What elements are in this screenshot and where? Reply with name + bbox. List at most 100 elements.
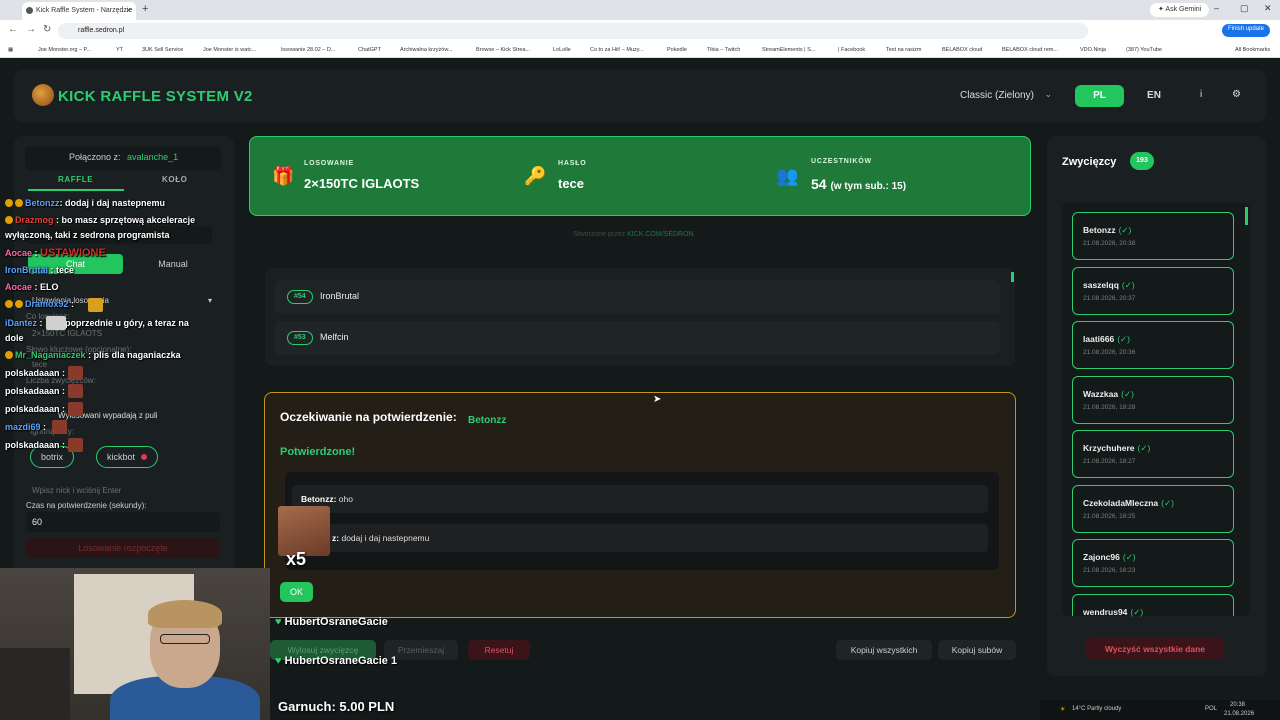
- message-text: oho: [338, 494, 353, 504]
- all-bookmarks[interactable]: All Bookmarks: [1235, 47, 1270, 53]
- bookmark-item[interactable]: ChatGPT: [358, 47, 381, 53]
- raffle-name-input[interactable]: 2×150TC IGLAOTS: [32, 329, 102, 338]
- bookmark-item[interactable]: 3UK Sell Service: [142, 47, 183, 53]
- entries-scrollbar[interactable]: [1011, 272, 1014, 282]
- winner-card: CzekoladaMleczna (✓) 21.08.2026, 18:25: [1072, 485, 1234, 533]
- address-bar[interactable]: raffle.sedron.pl: [58, 23, 1088, 39]
- nick-input[interactable]: Wpisz nick i wciśnij Enter: [32, 486, 121, 495]
- browser-tab[interactable]: Kick Raffle System - Narzędzie ×: [22, 2, 136, 20]
- bookmark-item[interactable]: YT: [116, 47, 123, 53]
- active-tab-indicator: [28, 189, 124, 191]
- overlay-chat-line: polskadaaan :: [5, 368, 65, 378]
- gift-icon: 🎁: [272, 166, 295, 186]
- new-tab-button[interactable]: +: [142, 3, 148, 15]
- close-window-icon[interactable]: ✕: [1264, 3, 1272, 14]
- winner-message: Betonzz: oho: [292, 485, 988, 513]
- ok-button[interactable]: OK: [280, 582, 313, 602]
- ask-gemini-button[interactable]: ✦ Ask Gemini: [1150, 3, 1210, 17]
- theme-select-value: Classic (Zielony): [960, 90, 1034, 101]
- winner-name: Wazzkaa (✓): [1083, 389, 1134, 400]
- bookmark-item[interactable]: BELABOX cloud: [942, 47, 982, 53]
- chat-username: Betonzz: [25, 198, 60, 208]
- tab-raffle[interactable]: RAFFLE: [58, 175, 93, 184]
- info-icon[interactable]: i: [1200, 89, 1202, 100]
- mode-manual-button[interactable]: Manual: [128, 254, 218, 274]
- chat-separator: :: [88, 350, 92, 360]
- app-title: KICK RAFFLE SYSTEM V2: [58, 88, 253, 105]
- collapse-icon[interactable]: ▾: [208, 296, 212, 305]
- entry-row: #54 IronBrutal: [275, 280, 1000, 314]
- emote-icon: [68, 366, 83, 380]
- chat-text: wyłączoną, taki z sedrona programista: [5, 230, 170, 240]
- streamer-hair: [148, 600, 222, 628]
- bookmark-item[interactable]: Archiwalna krzyżów...: [400, 47, 453, 53]
- chat-separator: :: [62, 368, 66, 378]
- forward-icon[interactable]: →: [26, 24, 36, 35]
- chat-text: ELO: [40, 282, 59, 292]
- participants-label: UCZESTNIKÓW: [811, 158, 872, 165]
- reset-button[interactable]: Resetuj: [468, 640, 530, 660]
- bot-chip-kickbot[interactable]: kickbot: [96, 446, 159, 468]
- remove-dot-icon[interactable]: [141, 454, 148, 460]
- minimize-icon[interactable]: –: [1214, 3, 1219, 13]
- bookmark-item[interactable]: losowanie 28.02 – D...: [281, 47, 335, 53]
- system-tray: ☀ 14°C Partly cloudy POL 20:38 21.08.202…: [1040, 700, 1280, 720]
- chat-separator: :: [59, 198, 63, 208]
- password-label: HASŁO: [558, 160, 587, 167]
- overlay-chat-line: mazdi69 :: [5, 422, 46, 432]
- clear-all-data-button[interactable]: Wyczyść wszystkie dane: [1086, 638, 1224, 660]
- bookmark-item[interactable]: | Facebook: [838, 47, 865, 53]
- winner-date: 21.08.2026, 18:25: [1083, 513, 1136, 520]
- check-icon: (✓): [1161, 498, 1174, 508]
- participants-sub: (w tym sub.: 15): [830, 181, 907, 192]
- reload-icon[interactable]: ↻: [43, 24, 51, 35]
- back-icon[interactable]: ←: [8, 24, 18, 35]
- check-icon: (✓): [1117, 334, 1130, 344]
- bookmark-item[interactable]: Pokedle: [667, 47, 687, 53]
- bookmark-item[interactable]: Browse – Kick Strea...: [476, 47, 530, 53]
- overlay-chat-line: dole: [5, 333, 24, 343]
- chat-username: polskadaaan: [5, 368, 60, 378]
- red-banner-text: USTAWIONE: [40, 247, 106, 259]
- created-by-link[interactable]: KICK.COM/SEDRON: [627, 231, 694, 238]
- input-language[interactable]: POL: [1205, 706, 1217, 712]
- sub-badge-icon: [5, 300, 13, 308]
- overlay-chat-line: Aocae : USTAWIONE: [5, 247, 106, 259]
- winner-name: CzekoladaMleczna (✓): [1083, 498, 1174, 509]
- bookmark-item[interactable]: Co to za Hit! – Muzy...: [590, 47, 644, 53]
- tab-wheel[interactable]: KOŁO: [162, 175, 188, 184]
- bookmark-item[interactable]: (387) YouTube: [1126, 47, 1162, 53]
- bookmark-item[interactable]: Joe Monster is watc...: [203, 47, 256, 53]
- mouse-cursor-icon: ➤: [653, 394, 662, 405]
- winners-scrollbar[interactable]: [1245, 207, 1248, 225]
- start-raffle-button[interactable]: Losowanie rozpoczęte: [26, 538, 220, 558]
- bookmark-item[interactable]: StreamElements | S...: [762, 47, 815, 53]
- finish-update-button[interactable]: Finish update: [1222, 24, 1271, 37]
- timeout-input[interactable]: 60: [26, 512, 220, 532]
- lang-pl-button[interactable]: PL: [1075, 85, 1124, 107]
- bookmark-item[interactable]: VDO.Ninja: [1080, 47, 1106, 53]
- bookmark-item[interactable]: Tibia – Twitch: [707, 47, 740, 53]
- app-logo-icon: [32, 84, 54, 106]
- copy-all-button[interactable]: Kopiuj wszystkich: [836, 640, 932, 660]
- lang-en-button[interactable]: EN: [1132, 85, 1176, 107]
- maximize-icon[interactable]: ▢: [1240, 3, 1249, 14]
- winner-name-text: Wazzkaa: [1083, 389, 1119, 399]
- copy-subs-button[interactable]: Kopiuj subów: [938, 640, 1016, 660]
- close-tab-icon[interactable]: ×: [126, 6, 131, 15]
- bookmark-item[interactable]: Text na rasizm: [886, 47, 921, 53]
- bookmark-item[interactable]: BELABOX cloud rem...: [1002, 47, 1058, 53]
- settings-gear-icon[interactable]: ⚙: [1232, 89, 1241, 100]
- tab-favicon-icon: [26, 7, 33, 14]
- bookmark-item[interactable]: Joe Monster.org – P...: [38, 47, 91, 53]
- weather-text: 14°C Partly cloudy: [1072, 706, 1122, 712]
- winner-name: Zajonc96 (✓): [1083, 552, 1136, 563]
- bookmark-item[interactable]: LoLolle: [553, 47, 571, 53]
- chat-separator: :: [34, 282, 38, 292]
- chat-username: polskadaaan: [5, 404, 60, 414]
- chat-username: Aocae: [5, 282, 33, 292]
- theme-select[interactable]: Classic (Zielony) ⌄: [952, 84, 1062, 108]
- check-icon: (✓): [1121, 389, 1134, 399]
- winner-name-text: saszelqq: [1083, 280, 1119, 290]
- apps-icon[interactable]: ▦: [8, 47, 13, 53]
